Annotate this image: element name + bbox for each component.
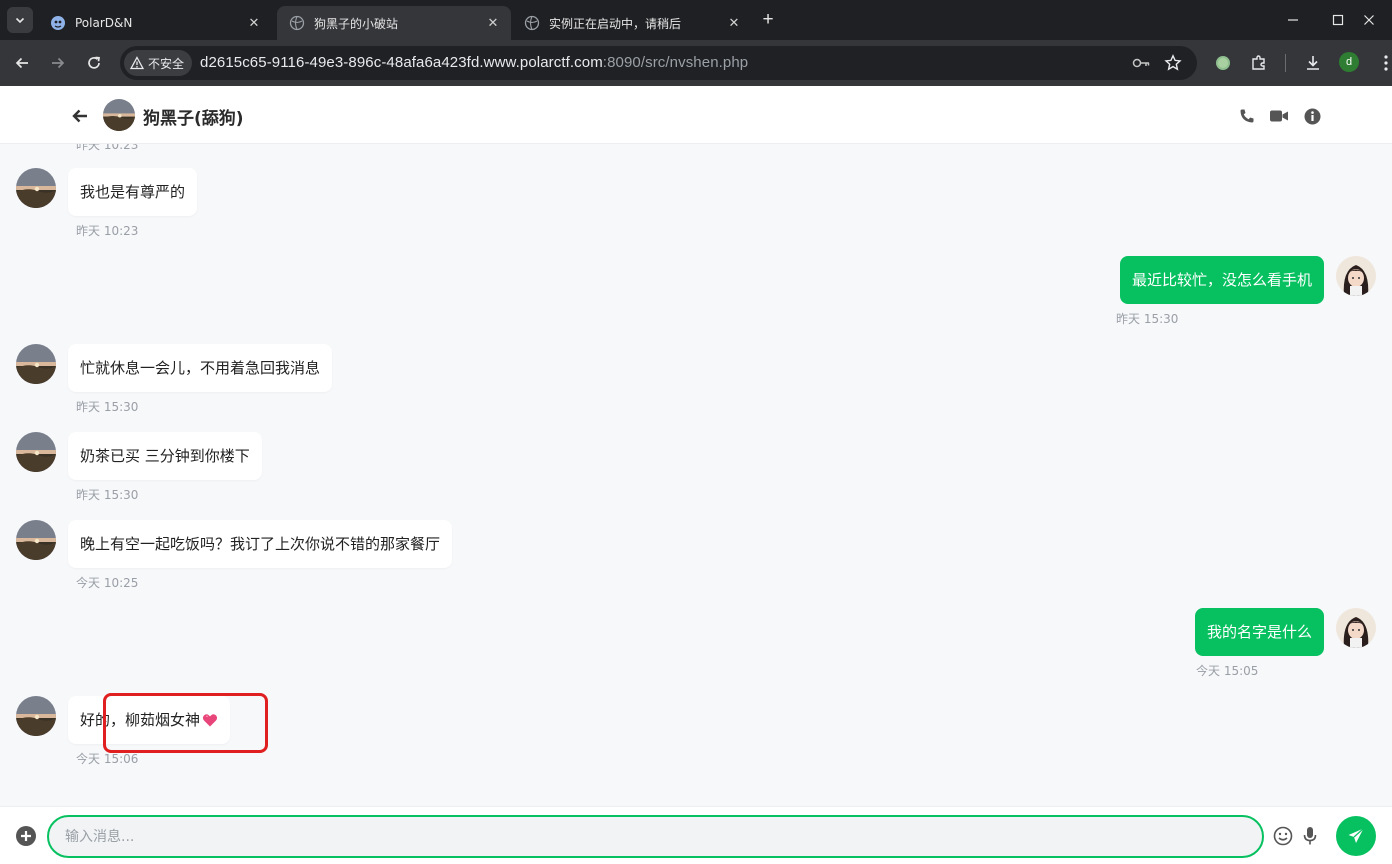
- site-security-chip[interactable]: 不安全: [124, 50, 193, 76]
- browser-menu-button[interactable]: [1374, 51, 1392, 75]
- globe-icon: [524, 15, 540, 31]
- my-avatar[interactable]: [1336, 608, 1376, 648]
- new-tab-button[interactable]: +: [757, 9, 779, 31]
- extension-status-button[interactable]: [1211, 51, 1235, 75]
- incoming-message-bubble[interactable]: 忙就休息一会儿，不用着急回我消息: [68, 344, 333, 392]
- voice-call-button[interactable]: [1236, 105, 1258, 127]
- maximize-icon: [1332, 14, 1344, 26]
- tab-polardn[interactable]: PolarD&N ✕: [38, 6, 272, 40]
- password-key-button[interactable]: [1129, 51, 1153, 75]
- contact-name: 狗黑子(舔狗): [143, 109, 244, 129]
- url-text[interactable]: d2615c65-9116-49e3-896c-48afa6a423fd.www…: [200, 54, 748, 71]
- message-timestamp: 昨天 15:30: [1116, 312, 1179, 326]
- message-input[interactable]: [47, 815, 1264, 858]
- minimize-button[interactable]: [1270, 0, 1316, 40]
- sunset-avatar-image: [16, 168, 56, 208]
- message-timestamp: 今天 15:05: [1196, 664, 1259, 678]
- smiley-icon: [1273, 826, 1293, 846]
- my-avatar[interactable]: [1336, 256, 1376, 296]
- forward-button[interactable]: [45, 50, 71, 76]
- close-window-button[interactable]: [1346, 0, 1392, 40]
- chat-back-button[interactable]: [68, 104, 92, 128]
- message-timestamp: 昨天 10:23: [76, 144, 139, 152]
- video-call-button[interactable]: [1268, 105, 1290, 127]
- reload-icon: [88, 56, 100, 69]
- url-path: :8090/src/nvshen.php: [602, 54, 749, 71]
- globe-icon: [289, 15, 305, 31]
- polar-logo-icon: [50, 15, 66, 31]
- chevron-down-icon: [15, 17, 25, 24]
- close-icon[interactable]: ✕: [246, 15, 262, 31]
- message-composer: [0, 806, 1392, 864]
- contact-avatar[interactable]: [16, 344, 56, 384]
- bookmark-button[interactable]: [1161, 51, 1185, 75]
- send-button[interactable]: [1336, 816, 1376, 856]
- attach-button[interactable]: [15, 825, 37, 847]
- close-icon[interactable]: ✕: [726, 15, 742, 31]
- download-icon: [1307, 56, 1319, 70]
- close-icon[interactable]: ✕: [485, 15, 501, 31]
- contact-avatar[interactable]: [16, 696, 56, 736]
- microphone-icon: [1303, 827, 1317, 845]
- contact-avatar[interactable]: [16, 432, 56, 472]
- extension-circle-icon: [1216, 56, 1230, 70]
- message-timestamp: 今天 10:25: [76, 576, 139, 590]
- arrow-right-icon: [52, 57, 65, 69]
- girl-avatar-image: [1336, 608, 1376, 648]
- video-camera-icon: [1270, 110, 1288, 122]
- security-label: 不安全: [148, 56, 185, 71]
- message-timestamp: 昨天 10:23: [76, 224, 139, 238]
- address-bar[interactable]: 不安全 d2615c65-9116-49e3-896c-48afa6a423fd…: [120, 46, 1197, 80]
- tab-active-chat[interactable]: 狗黑子的小破站 ✕: [277, 6, 511, 40]
- downloads-button[interactable]: [1301, 51, 1325, 75]
- warning-icon: [130, 56, 144, 70]
- contact-info-button[interactable]: [1301, 105, 1323, 127]
- url-host: d2615c65-9116-49e3-896c-48afa6a423fd.www…: [200, 54, 603, 71]
- toolbar-divider: [1285, 54, 1286, 72]
- arrow-left-icon: [72, 109, 87, 123]
- sunset-avatar-image: [103, 99, 135, 131]
- chat-header: 狗黑子(舔狗): [0, 86, 1392, 144]
- contact-avatar[interactable]: [16, 168, 56, 208]
- message-timestamp: 昨天 15:30: [76, 400, 139, 414]
- tab-title: PolarD&N: [75, 16, 133, 30]
- voice-input-button[interactable]: [1299, 825, 1321, 847]
- outgoing-message-bubble[interactable]: 我的名字是什么: [1194, 608, 1324, 656]
- reload-button[interactable]: [81, 50, 107, 76]
- incoming-message-bubble[interactable]: 晚上有空一起吃饭吗？我订了上次你说不错的那家餐厅: [68, 520, 453, 568]
- plus-circle-icon: [16, 826, 36, 846]
- message-timestamp: 昨天 15:30: [76, 488, 139, 502]
- tab-search-button[interactable]: [7, 7, 33, 33]
- paper-plane-icon: [1348, 828, 1364, 843]
- outgoing-message-bubble[interactable]: 最近比较忙，没怎么看手机: [1119, 256, 1324, 304]
- incoming-message-bubble[interactable]: 奶茶已买 三分钟到你楼下: [68, 432, 262, 480]
- back-button[interactable]: [9, 50, 35, 76]
- puzzle-icon: [1252, 55, 1265, 70]
- highlight-annotation-box: [103, 693, 268, 753]
- sunset-avatar-image: [16, 432, 56, 472]
- phone-icon: [1240, 109, 1254, 123]
- arrow-left-icon: [15, 57, 28, 69]
- info-circle-icon: [1304, 108, 1320, 124]
- browser-toolbar: 不安全 d2615c65-9116-49e3-896c-48afa6a423fd…: [0, 40, 1392, 86]
- key-icon: [1132, 58, 1150, 68]
- minimize-icon: [1288, 19, 1298, 21]
- more-vertical-icon: [1384, 55, 1388, 71]
- incoming-message-bubble[interactable]: 我也是有尊严的: [68, 168, 198, 216]
- tab-title: 实例正在启动中，请稍后: [549, 16, 682, 31]
- browser-tab-bar: PolarD&N ✕ 狗黑子的小破站 ✕ 实例正在启动中，请稍后 ✕ +: [0, 0, 1392, 40]
- girl-avatar-image: [1336, 256, 1376, 296]
- contact-avatar[interactable]: [16, 520, 56, 560]
- tab-instance-starting[interactable]: 实例正在启动中，请稍后 ✕: [512, 6, 752, 40]
- sunset-avatar-image: [16, 344, 56, 384]
- extensions-button[interactable]: [1247, 51, 1271, 75]
- close-icon: [1364, 15, 1374, 25]
- sunset-avatar-image: [16, 520, 56, 560]
- contact-avatar[interactable]: [103, 99, 135, 131]
- star-icon: [1164, 54, 1182, 71]
- tab-title: 狗黑子的小破站: [314, 16, 399, 31]
- profile-avatar[interactable]: d: [1339, 52, 1359, 72]
- sunset-avatar-image: [16, 696, 56, 736]
- emoji-button[interactable]: [1272, 825, 1294, 847]
